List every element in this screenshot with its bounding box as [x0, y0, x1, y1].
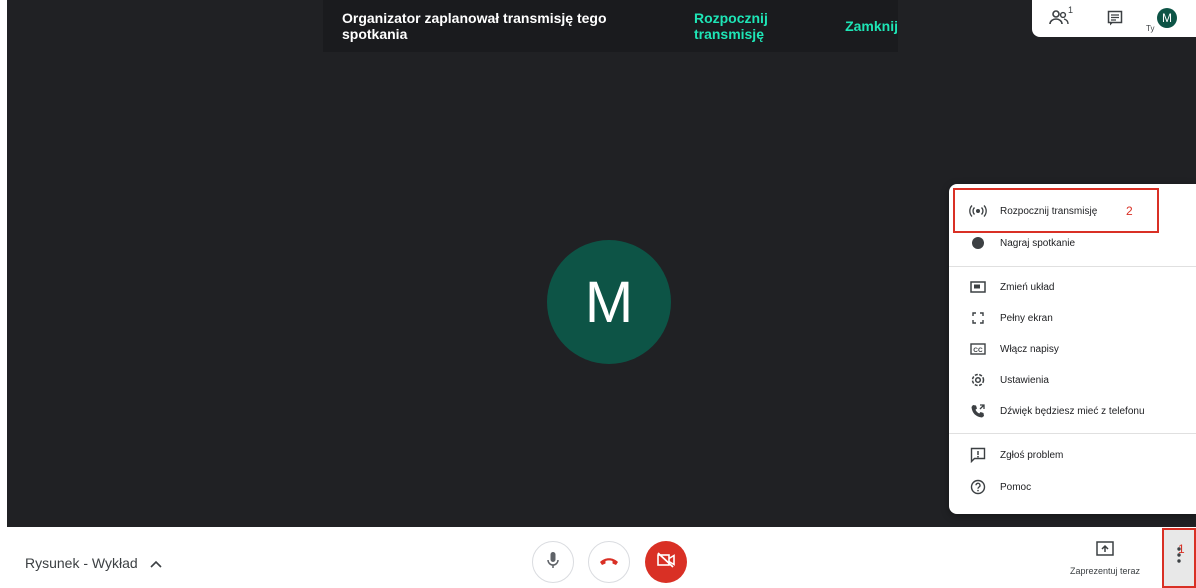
- end-call-button[interactable]: [588, 541, 630, 583]
- fullscreen-icon: [969, 309, 987, 327]
- camera-off-button[interactable]: [645, 541, 687, 583]
- menu-item-label: Ustawienia: [1000, 374, 1049, 386]
- menu-item-label: Nagraj spotkanie: [1000, 237, 1076, 249]
- microphone-button[interactable]: [532, 541, 574, 583]
- close-banner-link[interactable]: Zamknij: [845, 18, 898, 34]
- menu-item-label: Włącz napisy: [1000, 343, 1059, 355]
- menu-divider: [949, 266, 1196, 267]
- menu-item-label: Pomoc: [1000, 481, 1032, 493]
- menu-item-label: Dźwięk będziesz mieć z telefonu: [1000, 405, 1145, 417]
- menu-item-phone-audio[interactable]: Dźwięk będziesz mieć z telefonu: [949, 396, 1196, 426]
- report-problem-icon: [969, 446, 987, 464]
- more-options-menu: Rozpocznij transmisję Nagraj spotkanie Z…: [949, 184, 1196, 514]
- present-now-button[interactable]: Zaprezentuj teraz: [1050, 541, 1160, 581]
- annotation-number-2: 2: [1126, 204, 1133, 218]
- end-call-icon: [599, 553, 619, 571]
- start-broadcast-link[interactable]: Rozpocznij transmisję: [694, 10, 836, 42]
- menu-item-help[interactable]: Pomoc: [949, 472, 1196, 502]
- captions-icon: CC: [969, 340, 987, 358]
- menu-item-fullscreen[interactable]: Pełny ekran: [949, 303, 1196, 333]
- people-count: 1: [1068, 5, 1074, 15]
- meeting-title[interactable]: Rysunek - Wykład: [25, 555, 162, 571]
- svg-text:CC: CC: [973, 347, 983, 354]
- help-icon: [969, 478, 987, 496]
- menu-item-settings[interactable]: Ustawienia: [949, 365, 1196, 395]
- menu-item-label: Pełny ekran: [1000, 312, 1053, 324]
- menu-item-report-problem[interactable]: Zgłoś problem: [949, 440, 1196, 470]
- record-icon: [969, 234, 987, 252]
- chat-icon[interactable]: [1104, 8, 1126, 28]
- menu-item-change-layout[interactable]: Zmień układ: [949, 272, 1196, 302]
- menu-item-captions[interactable]: CC Włącz napisy: [949, 334, 1196, 364]
- broadcast-banner: Organizator zaplanował transmisję tego s…: [323, 0, 898, 52]
- camera-off-icon: [656, 551, 676, 573]
- self-avatar[interactable]: M: [1157, 8, 1177, 28]
- microphone-icon: [547, 551, 559, 574]
- meeting-title-text: Rysunek - Wykład: [25, 555, 138, 571]
- menu-item-label: Zmień układ: [1000, 281, 1055, 293]
- menu-divider: [949, 433, 1196, 434]
- you-label: Ty: [1146, 24, 1155, 33]
- banner-message: Organizator zaplanował transmisję tego s…: [342, 10, 607, 42]
- present-screen-icon: [1096, 541, 1114, 562]
- annotation-number-1: 1: [1178, 542, 1185, 556]
- phone-audio-icon: [969, 402, 987, 420]
- highlight-box-1: [1162, 528, 1196, 588]
- menu-item-label: Zgłoś problem: [1000, 449, 1064, 461]
- present-now-label: Zaprezentuj teraz: [1069, 566, 1141, 576]
- layout-icon: [969, 278, 987, 296]
- settings-icon: [969, 371, 987, 389]
- chevron-up-icon: [150, 555, 162, 571]
- participant-avatar: M: [547, 240, 671, 364]
